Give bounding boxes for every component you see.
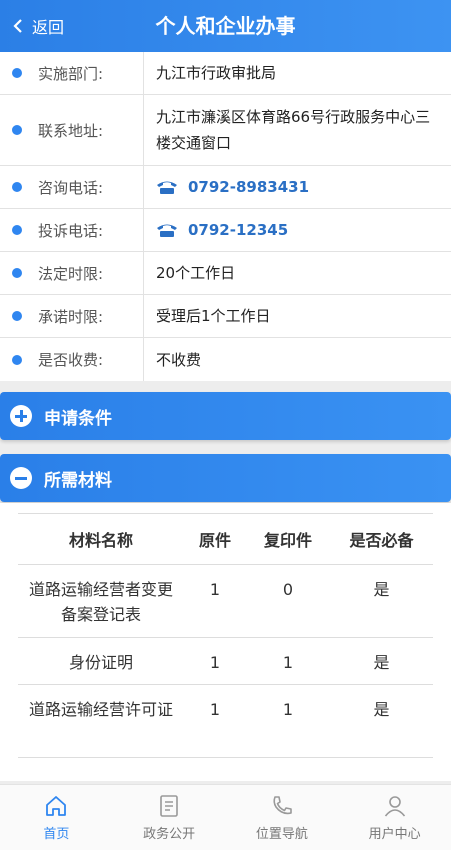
info-value: 九江市濂溪区体育路66号行政服务中心三楼交通窗口 [156,108,431,152]
original-count: 1 [184,637,246,685]
info-label: 实施部门: [38,64,104,83]
complaint-phone-number: 0792-12345 [188,221,289,239]
consult-phone-number: 0792-8983431 [188,178,310,196]
page-title: 个人和企业办事 [155,14,296,38]
required-flag: 是 [330,637,433,685]
bullet-icon [12,354,22,365]
info-row-complaint-phone: 投诉电话: 0792-12345 [0,209,451,252]
telephone-icon [157,224,177,237]
materials-title: 所需材料 [44,470,112,491]
tab-label: 首页 [43,827,70,842]
column-header: 原件 [184,513,246,565]
table-row: 道路运输经营许可证 1 1 是 [18,684,433,758]
conditions-panel-header[interactable]: 申请条件 [0,392,451,440]
telephone-icon [157,181,177,194]
minus-icon [10,467,32,489]
info-row-consult-phone: 咨询电话: 0792-8983431 [0,166,451,209]
info-label: 是否收费: [38,351,104,369]
info-label: 承诺时限: [38,307,104,326]
bullet-icon [12,311,22,321]
tab-government-affairs[interactable]: 政务公开 [113,785,226,850]
tab-user-center[interactable]: 用户中心 [338,785,451,850]
material-name: 道路运输经营许可证 [18,684,184,758]
materials-table: 材料名称 原件 复印件 是否必备 道路运输经营者变更备案登记表 1 0 是 身份… [18,513,433,758]
info-row-legal-time: 法定时限: 20个工作日 [0,252,451,295]
info-value: 不收费 [156,350,202,369]
info-row-address: 联系地址: 九江市濂溪区体育路66号行政服务中心三楼交通窗口 [0,95,451,166]
tab-home[interactable]: 首页 [0,785,113,850]
original-count: 1 [184,564,246,638]
required-flag: 是 [330,564,433,638]
info-value: 受理后1个工作日 [156,307,271,325]
phone-location-icon [273,796,292,815]
info-row-fee: 是否收费: 不收费 [0,338,451,381]
copy-count: 1 [246,684,330,758]
materials-section: 材料名称 原件 复印件 是否必备 道路运输经营者变更备案登记表 1 0 是 身份… [0,503,451,781]
info-label: 法定时限: [38,264,104,283]
user-icon [384,796,405,817]
info-value: 九江市行政审批局 [156,64,277,82]
table-row: 道路运输经营者变更备案登记表 1 0 是 [18,564,433,638]
materials-panel-header[interactable]: 所需材料 [0,454,451,502]
home-icon [46,796,67,816]
bullet-icon [12,68,22,78]
document-icon [160,795,178,817]
table-row: 身份证明 1 1 是 [18,637,433,685]
column-header: 是否必备 [330,513,433,565]
info-row-promised-time: 承诺时限: 受理后1个工作日 [0,295,451,338]
table-header-row: 材料名称 原件 复印件 是否必备 [18,513,433,565]
info-label: 咨询电话: [38,178,104,197]
consult-phone-link[interactable]: 0792-8983431 [156,174,309,200]
info-label: 投诉电话: [38,221,104,240]
material-name: 道路运输经营者变更备案登记表 [18,564,184,638]
info-value: 20个工作日 [156,264,236,282]
tab-label: 用户中心 [368,827,421,842]
tab-label: 位置导航 [255,827,308,842]
bullet-icon [12,125,22,135]
plus-icon [10,405,32,427]
header-bar: 返回 个人和企业办事 [0,0,451,52]
tab-location-navigation[interactable]: 位置导航 [226,785,339,850]
material-name: 身份证明 [18,637,184,685]
info-table: 实施部门: 九江市行政审批局 联系地址: 九江市濂溪区体育路66号行政服务中心三… [0,52,451,381]
original-count: 1 [184,684,246,758]
info-row-department: 实施部门: 九江市行政审批局 [0,52,451,95]
complaint-phone-link[interactable]: 0792-12345 [156,217,288,243]
column-header: 材料名称 [18,513,184,565]
info-label: 联系地址: [38,121,104,140]
bullet-icon [12,268,22,278]
copy-count: 0 [246,564,330,638]
copy-count: 1 [246,637,330,685]
conditions-title: 申请条件 [44,408,112,429]
tab-label: 政务公开 [143,827,196,842]
bottom-tab-bar: 首页 政务公开 位置导航 用户中心 [0,784,451,850]
bullet-icon [12,182,22,192]
bullet-icon [12,225,22,235]
column-header: 复印件 [246,513,330,565]
required-flag: 是 [330,684,433,758]
